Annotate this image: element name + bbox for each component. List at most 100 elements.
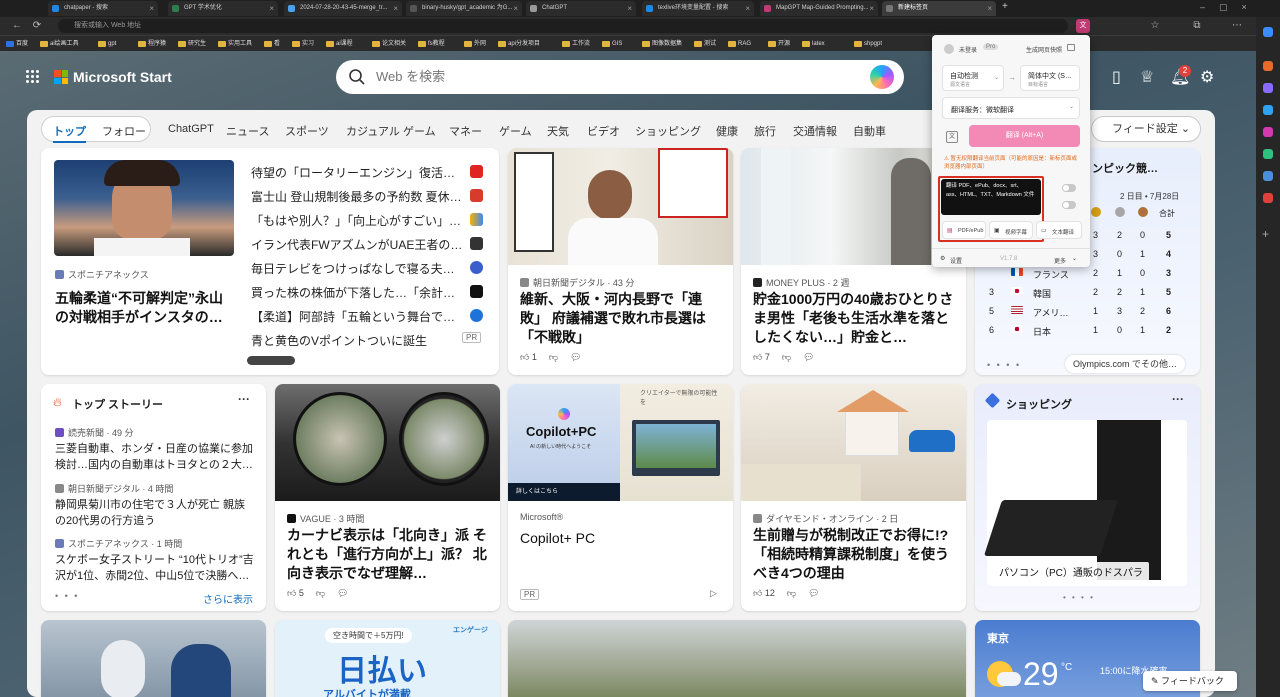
bookmark-item[interactable]: fs教程: [418, 38, 445, 50]
comment-icon[interactable]: 💬︎: [803, 352, 814, 362]
hero-list-item[interactable]: 待望の「ロータリーエンジン」復活…: [251, 164, 461, 181]
news-card-vague[interactable]: VAGUE · 3 時間 カーナビ表示は「北向き」派 それとも「進行方向が上」派…: [275, 384, 500, 611]
tab-4[interactable]: ChatGPT ×: [526, 1, 636, 16]
hero-list-item[interactable]: イラン代表FWアズムンがUAE王者の…: [251, 236, 461, 253]
video-subtitle-button[interactable]: ▣ 视频字幕: [989, 221, 1033, 239]
landscape-photo-card[interactable]: [508, 620, 966, 697]
dislike-icon[interactable]: 👎︎: [316, 588, 325, 598]
tab-7-active[interactable]: 新建标签页 ×: [882, 1, 996, 16]
more-menu-icon[interactable]: ⋯: [1230, 19, 1244, 33]
extension-icon[interactable]: [1263, 193, 1273, 203]
ad-card-copilot[interactable]: Copilot+PC AI の新しい時代へようこそ 詳しくはこちら クリエイター…: [508, 384, 733, 611]
close-icon[interactable]: ×: [869, 1, 874, 16]
gear-icon[interactable]: ⚙: [940, 255, 945, 262]
extension-icon[interactable]: [1263, 127, 1273, 137]
close-icon[interactable]: ×: [149, 1, 154, 16]
ad-card-engage[interactable]: 空き時間で＋5万円! エンゲージ 日払い アルバイトが満載: [275, 620, 500, 697]
carousel-dots[interactable]: • • •: [55, 591, 79, 601]
mobile-app-icon[interactable]: ▯: [1112, 67, 1121, 87]
medal-row[interactable]: 3 韓国 2 2 1 5: [975, 282, 1199, 302]
nav-video[interactable]: ビデオ: [587, 123, 620, 139]
close-icon[interactable]: ×: [513, 1, 518, 16]
dislike-icon[interactable]: 👎︎: [782, 352, 791, 362]
app-launcher-icon[interactable]: [26, 70, 40, 84]
olympics-more-link[interactable]: Olympics.com でその他…: [1065, 355, 1186, 373]
baseball-photo-card[interactable]: [41, 620, 266, 697]
hero-card[interactable]: スポニチアネックス 五輪柔道“不可解判定”永山の対戦相手がインスタの… 待望の「…: [41, 148, 499, 375]
bookmark-item[interactable]: 图像数据集: [642, 38, 682, 50]
translate-button[interactable]: 翻译 (Alt+A): [969, 125, 1080, 147]
medal-row[interactable]: 6 日本 1 0 1 2: [975, 320, 1199, 340]
tab-3[interactable]: binary-husky/gpt_academic 为G... ×: [406, 1, 522, 16]
nav-traffic[interactable]: 交通情報: [793, 123, 837, 139]
pro-badge[interactable]: Pro: [983, 44, 999, 50]
bookmark-item[interactable]: api分发项目: [498, 38, 540, 50]
extension-icon[interactable]: [1263, 149, 1273, 159]
close-icon[interactable]: ×: [745, 1, 750, 16]
card-headline[interactable]: カーナビ表示は「北向き」派 それとも「進行方向が上」派？ 北向き表示でなぜ理解…: [287, 526, 495, 583]
settings-gear-icon[interactable]: ⚙: [1200, 67, 1214, 87]
nav-news[interactable]: ニュース: [226, 123, 269, 139]
carousel-dots[interactable]: • • • •: [987, 360, 1021, 370]
window-controls[interactable]: –▢×: [1200, 2, 1261, 13]
close-icon[interactable]: ×: [269, 1, 274, 16]
close-icon[interactable]: ×: [627, 1, 632, 16]
hero-list-item[interactable]: 富士山 登山規制後最多の予約数 夏休…: [251, 188, 461, 205]
swap-arrow-icon[interactable]: →: [1008, 73, 1016, 82]
nav-travel[interactable]: 旅行: [754, 123, 776, 139]
extension-icon[interactable]: [1263, 83, 1273, 93]
play-icon[interactable]: ▷: [710, 588, 717, 599]
tab-follow[interactable]: フォロー: [102, 123, 146, 139]
copilot-icon[interactable]: [870, 65, 894, 89]
search-input[interactable]: [376, 60, 856, 94]
like-icon[interactable]: 👍︎ 5: [287, 588, 304, 598]
card-headline[interactable]: 貯金1000万円の40歳おひとりさま男性「老後も生活水準を落としたくない…」貯金…: [753, 290, 958, 347]
hero-list-item[interactable]: 買った株の株価が下落した…「余計…: [251, 284, 461, 301]
translate-mode-icon[interactable]: 文: [946, 131, 958, 143]
story-headline[interactable]: スケボー女子ストリート “10代トリオ”吉沢が1位、赤間2位、中山5位で決勝へ…: [55, 553, 255, 585]
like-icon[interactable]: 👍︎ 12: [753, 588, 775, 598]
bookmark-item[interactable]: ai绘画工具: [40, 38, 79, 50]
text-translate-button[interactable]: ▭ 文本翻译: [1036, 221, 1082, 239]
pdf-epub-button[interactable]: ▤ PDF/ePub: [942, 221, 986, 239]
nav-weather[interactable]: 天気: [547, 123, 569, 139]
bookmark-item[interactable]: 研究生: [178, 38, 206, 50]
nav-chatgpt[interactable]: ChatGPT: [168, 123, 214, 135]
bookmark-item[interactable]: gpt: [98, 38, 116, 50]
story-headline[interactable]: 三菱自動車、ホンダ・日産の協業に参加検討…国内の自動車はトヨタとの２大…: [55, 442, 255, 474]
more-options-icon[interactable]: ···: [238, 392, 250, 406]
setting-toggle[interactable]: [1062, 201, 1076, 209]
more-options-icon[interactable]: ···: [1172, 392, 1184, 406]
translation-service-select[interactable]: 翻译服务：微软翻译 ⌄: [942, 97, 1080, 119]
more-link[interactable]: 更多: [1054, 256, 1066, 265]
hero-list-item[interactable]: 青と黄色のVポイントついに誕生: [251, 332, 461, 349]
nav-games[interactable]: ゲーム: [499, 123, 532, 139]
hero-headline[interactable]: 五輪柔道“不可解判定”永山の対戦相手がインスタの…: [55, 289, 235, 327]
medal-row[interactable]: 5 アメリ… 1 3 2 6: [975, 301, 1199, 321]
nav-shopping[interactable]: ショッピング: [635, 123, 701, 139]
like-icon[interactable]: 👍︎ 7: [753, 352, 770, 362]
bookmark-item[interactable]: 测试: [694, 38, 716, 50]
bookmark-item[interactable]: 外网: [464, 38, 486, 50]
search-box[interactable]: [336, 60, 904, 94]
bookmark-item[interactable]: 看: [264, 38, 280, 50]
tab-6[interactable]: MapGPT Map-Guided Prompting... ×: [760, 1, 878, 16]
ext-user[interactable]: 未登录: [959, 45, 977, 54]
favorite-star-icon[interactable]: ☆: [1148, 19, 1162, 33]
tab-2[interactable]: 2024-07-28-20-43-45-merge_tr... ×: [284, 1, 402, 16]
target-language-select[interactable]: 简体中文 (S… 目标语言: [1020, 65, 1080, 91]
settings-link[interactable]: 设置: [950, 256, 962, 265]
bookmark-item[interactable]: shpgpt: [854, 38, 882, 50]
extension-icon[interactable]: [1263, 171, 1273, 181]
tab-5[interactable]: texlive环境变量配置 - 搜索 ×: [642, 1, 754, 16]
card-headline[interactable]: 生前贈与が税制改正でお得に!?「相続時精算課税制度」を使うべき4つの理由: [753, 526, 961, 583]
like-icon[interactable]: 👍︎ 1: [520, 352, 537, 362]
nav-money[interactable]: マネー: [449, 123, 482, 139]
bookmark-item[interactable]: 实习: [292, 38, 314, 50]
hero-list-item[interactable]: 【柔道】阿部詩「五輪という舞台で…: [251, 308, 461, 325]
bookmark-item[interactable]: 百度: [6, 38, 28, 50]
close-icon[interactable]: ×: [393, 1, 398, 16]
nav-sports[interactable]: スポーツ: [285, 123, 329, 139]
bookmark-item[interactable]: ai课程: [326, 38, 353, 50]
hero-list-item[interactable]: 毎日テレビをつけっぱなしで寝る夫…: [251, 260, 461, 277]
